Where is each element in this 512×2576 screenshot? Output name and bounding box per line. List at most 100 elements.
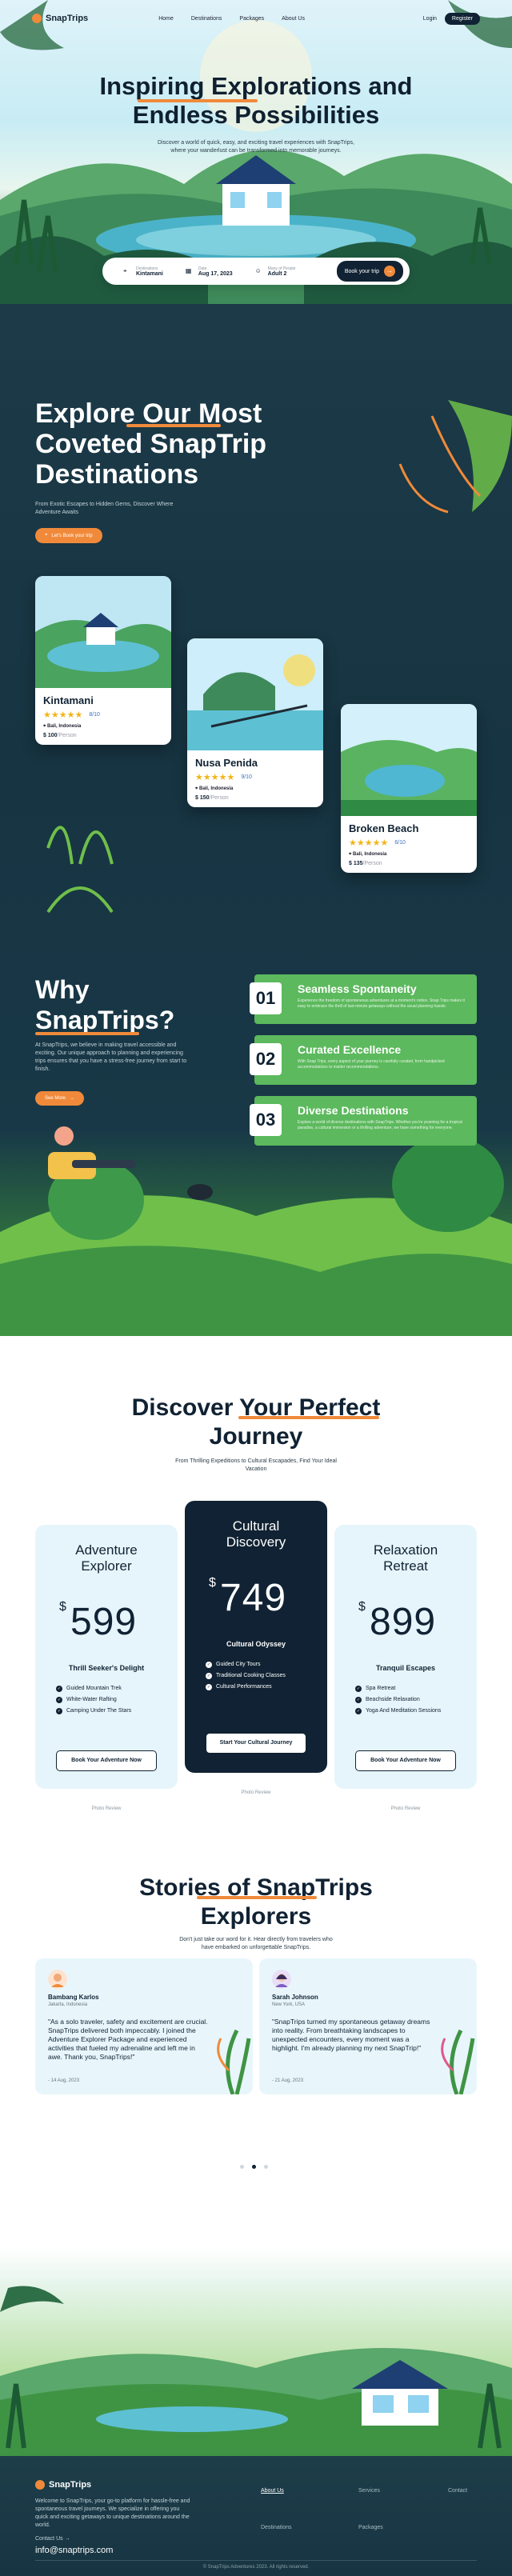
avatar [272, 1970, 291, 1989]
why-item-desc: Explore a world of diverse destinations … [298, 1120, 462, 1130]
location-field[interactable]: Destinations Kintamani [136, 266, 163, 277]
plan-currency: $ [59, 1600, 66, 1614]
plan-feature: ✓ White-Water Rafting [56, 1694, 131, 1706]
card-price-value: $ 150 [195, 795, 210, 801]
card-location: ⌖ Bali, Indonesia [195, 786, 315, 792]
plan-tagline: Cultural Odyssey [226, 1640, 286, 1648]
why-title-line2: SnapTrips? [35, 1006, 175, 1034]
book-adventure-button[interactable]: Book Your Adventure Now [56, 1750, 157, 1771]
destination-card[interactable]: Kintamani ★★★★★ 8/10 ⌖ Bali, Indonesia $ … [35, 576, 171, 745]
plan-feature-text: Guided City Tours [216, 1662, 261, 1667]
plan-tagline: Tranquil Escapes [375, 1664, 436, 1672]
calendar-icon: ▦ [185, 267, 192, 274]
destination-card[interactable]: Broken Beach ★★★★★ 6/10 ⌖ Bali, Indonesia… [341, 704, 477, 873]
plan-title-line2: Discovery [226, 1534, 286, 1550]
card-location-text: Bali, Indonesia [353, 852, 387, 857]
plant-decor [441, 2029, 475, 2094]
card-price: $ 135/Person [349, 861, 469, 866]
plan-feature-text: Beachside Relaxation [366, 1697, 420, 1702]
book-trip-button[interactable]: Book your trip → [336, 261, 403, 282]
arrow-right-icon: → [64, 2536, 70, 2542]
date-field[interactable]: Date Aug 17, 2023 [198, 266, 233, 277]
why-title-line1: Why [35, 975, 90, 1004]
card-image [187, 638, 323, 750]
card-image [341, 704, 477, 816]
card-location: ⌖ Bali, Indonesia [43, 724, 163, 730]
plan-feature-text: Camping Under The Stars [66, 1708, 132, 1714]
plan-price: 599 [70, 1601, 138, 1643]
plan-title: Relaxation Retreat [334, 1542, 477, 1574]
footer-link-services[interactable]: Services [358, 2488, 380, 2494]
register-button[interactable]: Register [444, 12, 480, 25]
pricing-title: Discover Your Perfect Journey [0, 1394, 512, 1451]
plan-title: Adventure Explorer [35, 1542, 178, 1574]
card-price-unit: /Person [362, 861, 382, 866]
card-price: $ 100/Person [43, 733, 163, 738]
plan-features: ✓ Spa Retreat ✓ Beachside Relaxation ✓ Yoga… [355, 1683, 441, 1717]
carousel-dot[interactable] [240, 2165, 244, 2169]
plan-photo-review[interactable]: Photo Review [334, 1806, 477, 1811]
plan-photo-review[interactable]: Photo Review [185, 1790, 327, 1795]
why-item-number: 03 [250, 1104, 282, 1136]
nav-link-destinations[interactable]: Destinations [191, 16, 222, 22]
card-location-text: Bali, Indonesia [199, 786, 234, 791]
plan-feature: ✓ Guided City Tours [206, 1659, 286, 1670]
stories-title-line2: Explorers [200, 1903, 312, 1930]
card-price: $ 150/Person [195, 795, 315, 801]
pin-icon: ⌖ [45, 533, 48, 538]
plan-features: ✓ Guided Mountain Trek ✓ White-Water Rafti… [56, 1683, 131, 1717]
card-rating: 9/10 [241, 774, 252, 780]
lets-book-button[interactable]: ⌖ Let's Book your trip [35, 528, 102, 543]
footer-link-packages[interactable]: Packages [358, 2525, 383, 2530]
plan-feature: ✓ Spa Retreat [355, 1683, 441, 1694]
check-icon: ✓ [206, 1684, 212, 1690]
footer-email[interactable]: info@snaptrips.com [35, 2546, 113, 2555]
rating-stars: ★★★★★ 9/10 [195, 773, 252, 782]
why-item-title: Seamless Spontaneity [298, 982, 417, 995]
pricing-subtitle: From Thrilling Expeditions to Cultural E… [175, 1458, 337, 1472]
explore-title-line2: Coveted SnapTrip [35, 429, 267, 459]
why-body: At SnapTrips, we believe in making trave… [35, 1042, 187, 1072]
destination-card[interactable]: Nusa Penida ★★★★★ 9/10 ⌖ Bali, Indonesia … [187, 638, 323, 807]
plan-feature-text: Traditional Cooking Classes [216, 1673, 286, 1678]
testimonial-quote: "SnapTrips turned my spontaneous getaway… [272, 2018, 430, 2052]
footer-logo[interactable]: SnapTrips [35, 2480, 91, 2490]
footer-link-destinations[interactable]: Destinations [261, 2525, 292, 2530]
plan-photo-review[interactable]: Photo Review [35, 1806, 178, 1811]
testimonial-date: - 14 Aug, 2023 [48, 2078, 80, 2083]
plan-feature: ✓ Traditional Cooking Classes [206, 1670, 286, 1682]
carousel-dot[interactable] [264, 2165, 268, 2169]
footer-section: SnapTrips Welcome to SnapTrips, your go-… [0, 2248, 512, 2576]
plan-title-line1: Relaxation [373, 1542, 438, 1558]
check-icon: ✓ [355, 1686, 362, 1692]
why-item-number: 01 [250, 982, 282, 1014]
plan-title-line2: Explorer [81, 1558, 132, 1574]
login-link[interactable]: Login [423, 16, 437, 22]
start-cultural-journey-button[interactable]: Start Your Cultural Journey [206, 1733, 306, 1754]
people-field[interactable]: Many of People Adult 2 [268, 266, 296, 277]
see-more-button[interactable]: See More → [35, 1091, 85, 1106]
arrow-right-icon: → [384, 266, 395, 277]
plan-feature: ✓ Guided Mountain Trek [56, 1683, 131, 1694]
brand-logo[interactable]: SnapTrips [32, 14, 88, 23]
footer-link-about[interactable]: About Us [261, 2488, 284, 2494]
book-trip-label: Book your trip [344, 268, 379, 274]
nav-link-packages[interactable]: Packages [239, 16, 264, 22]
lets-book-label: Let's Book your trip [51, 533, 93, 538]
plan-price: 749 [220, 1577, 287, 1619]
stories-title: Stories of SnapTrips Explorers [0, 1874, 512, 1931]
carousel-dot-active[interactable] [252, 2165, 256, 2169]
check-icon: ✓ [355, 1708, 362, 1714]
book-adventure-button[interactable]: Book Your Adventure Now [355, 1750, 456, 1771]
why-item-title: Curated Excellence [298, 1043, 402, 1056]
footer-link-contact[interactable]: Contact [448, 2488, 467, 2494]
hero-title-line1: Inspiring Explorations and [99, 72, 413, 100]
plan-card: Adventure Explorer $ 599 Thrill Seeker's … [35, 1525, 178, 1811]
contact-label-text: Contact Us [35, 2536, 63, 2542]
check-icon: ✓ [56, 1697, 62, 1703]
plan-title: Cultural Discovery [185, 1518, 327, 1550]
nav-link-about[interactable]: About Us [282, 16, 305, 22]
explore-title: Explore Our Most Coveted SnapTrip Destin… [35, 398, 266, 490]
stories-section: Stories of SnapTrips Explorers Don't jus… [0, 1832, 512, 2248]
nav-link-home[interactable]: Home [158, 16, 174, 22]
